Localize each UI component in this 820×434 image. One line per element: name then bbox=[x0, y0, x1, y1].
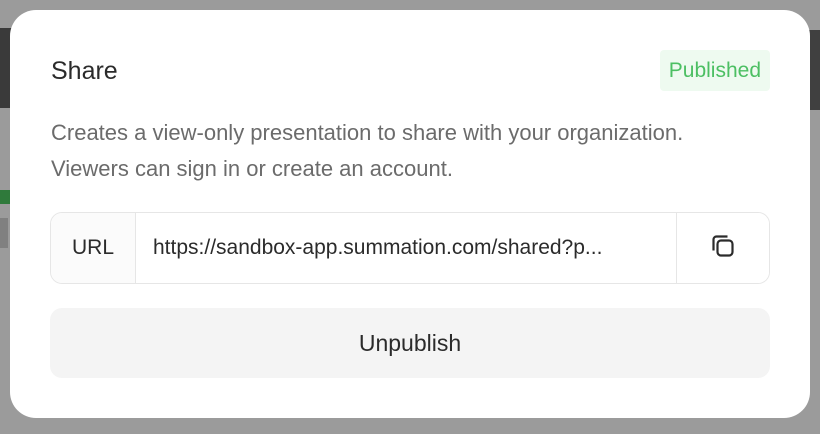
share-dialog: Share Published Creates a view-only pres… bbox=[10, 10, 810, 418]
copy-icon bbox=[708, 231, 738, 266]
share-url-text: https://sandbox-app.summation.com/shared… bbox=[153, 236, 603, 259]
share-url-input[interactable]: https://sandbox-app.summation.com/shared… bbox=[136, 213, 676, 283]
published-status-badge: Published bbox=[659, 50, 770, 91]
dialog-title: Share bbox=[51, 57, 118, 85]
copy-url-button[interactable] bbox=[676, 213, 769, 283]
url-label: URL bbox=[51, 213, 136, 283]
background-digit-fragment bbox=[0, 218, 8, 248]
unpublish-button[interactable]: Unpublish bbox=[50, 308, 770, 378]
dialog-description: Creates a view-only presentation to shar… bbox=[51, 120, 684, 181]
share-url-field: URL https://sandbox-app.summation.com/sh… bbox=[50, 212, 770, 284]
